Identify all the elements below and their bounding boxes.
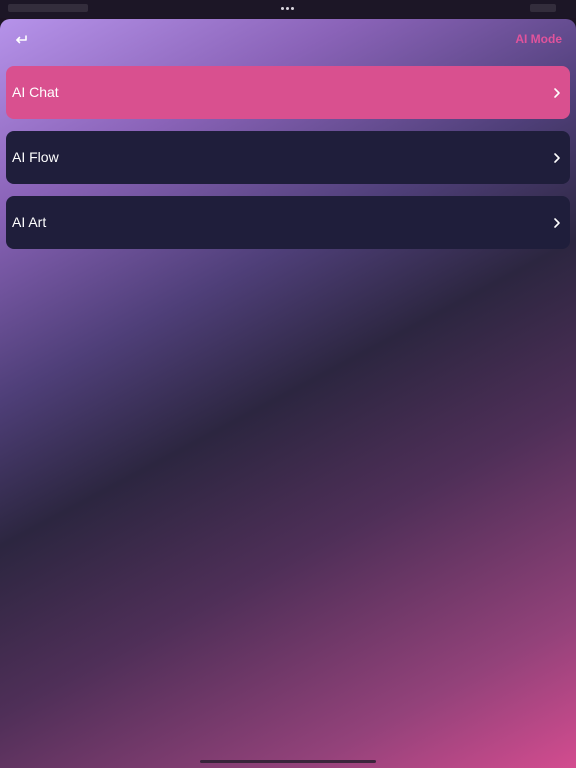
return-arrow-icon <box>16 35 27 44</box>
chevron-right-icon <box>554 88 560 98</box>
back-button[interactable] <box>10 29 32 51</box>
nav-bar: AI Mode <box>0 19 576 61</box>
menu-list: AI Chat AI Flow AI Art <box>6 66 570 261</box>
menu-item-label: AI Chat <box>12 84 59 100</box>
page-title: AI Mode <box>515 32 562 46</box>
menu-item-label: AI Flow <box>12 149 59 165</box>
modal-sheet: AI Mode AI Chat AI Flow AI Art <box>0 19 576 768</box>
chevron-right-icon <box>554 218 560 228</box>
menu-item-ai-art[interactable]: AI Art <box>6 196 570 249</box>
menu-item-ai-flow[interactable]: AI Flow <box>6 131 570 184</box>
battery-indicator <box>530 4 556 12</box>
multitasking-dots-icon[interactable] <box>281 7 295 11</box>
menu-item-ai-chat[interactable]: AI Chat <box>6 66 570 119</box>
home-indicator[interactable] <box>200 760 376 763</box>
menu-item-label: AI Art <box>12 214 47 230</box>
status-bar <box>0 0 576 18</box>
status-left-indicator <box>8 4 88 12</box>
chevron-right-icon <box>554 153 560 163</box>
